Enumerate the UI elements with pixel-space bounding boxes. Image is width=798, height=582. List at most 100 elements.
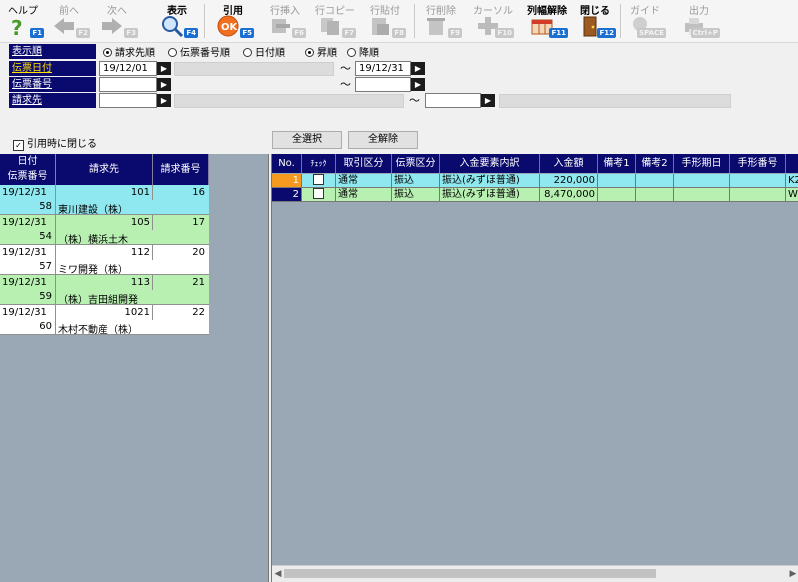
slip-date-to-input[interactable]: 19/12/31 [355,61,411,76]
radio-slip-no-order-label: 伝票番号順 [180,48,230,59]
grid-cell-amount[interactable]: 220,000 [540,174,598,188]
close-on-quote-checkbox[interactable]: ✓ 引用時に閉じる [13,135,97,151]
slip-no-from-dropdown-icon[interactable]: ▶ [157,78,171,91]
table-row[interactable]: 2 通常振込振込(みずほ普通)8,470,000 W2 [272,188,798,202]
row-checkbox[interactable] [313,188,324,199]
list-item-slip-no: 57 [39,261,52,272]
row-checkbox[interactable] [313,174,324,185]
scroll-right-icon[interactable]: ▶ [788,568,798,580]
grid-cell-check[interactable] [302,188,336,202]
f10-key-badge: F10 [495,28,514,38]
slip-date-from-input[interactable]: 19/12/01 [99,61,157,76]
copy-row-button[interactable]: 行コピー F7 [312,1,358,41]
billing-to-dropdown-icon[interactable]: ▶ [481,94,495,107]
scrollbar-thumb[interactable] [284,569,656,578]
list-item-billing-code: 101 [130,187,150,198]
slip-no-tilde: ～ [340,78,351,91]
list-item-billing-name: 東川建設（株） [58,205,128,216]
grid-cell-payment-detail[interactable]: 振込(みずほ普通) [440,174,540,188]
list-item-slip-no: 60 [39,321,52,332]
radio-date-order[interactable]: 日付順 [243,44,285,59]
grid-cell-amount[interactable]: 8,470,000 [540,188,598,202]
display-button[interactable]: 表示 F4 [154,1,200,41]
quote-button[interactable]: 引用 OK F5 [210,1,256,41]
slip-no-to-dropdown-icon[interactable]: ▶ [411,78,425,91]
list-item[interactable]: 19/12/31 1021 22 60 木村不動産（株） [0,305,209,336]
grid-cell-note1[interactable] [598,188,636,202]
slip-date-from-dropdown-icon[interactable]: ▶ [157,62,171,75]
radio-descending[interactable]: 降順 [347,44,379,59]
next-button[interactable]: 次へ F3 [94,1,140,41]
list-item[interactable]: 19/12/31 105 17 54 （株）横浜土木 [0,215,209,246]
list-item-slip-no: 59 [39,291,52,302]
display-order-label: 表示順 [9,44,96,59]
toolbar: ヘルプ ? F1 前へ F2 次へ F3 表示 F4 引用 OK F5 行挿入 … [0,0,798,43]
close-on-quote-label: 引用時に閉じる [27,139,97,150]
payment-detail-grid: No. ﾁｪｯｸ 取引区分 伝票区分 入金要素内訳 入金額 備考1 備考2 手形… [271,154,798,582]
billing-label: 請求先 [9,93,96,108]
billing-from-dropdown-icon[interactable]: ▶ [157,94,171,107]
billing-to-name-display [499,94,731,108]
paste-row-button[interactable]: 行貼付 F8 [362,1,408,41]
billing-to-input[interactable] [425,93,481,108]
close-button[interactable]: 閉じる F12 [572,1,618,41]
grid-cell-slip-type[interactable]: 振込 [392,188,440,202]
horizontal-scrollbar[interactable]: ◀ ▶ [272,565,798,582]
radio-circle [305,48,314,57]
grid-cell-payment-detail[interactable]: 振込(みずほ普通) [440,188,540,202]
header-billing: 請求先 [56,154,153,185]
insert-row-button[interactable]: 行挿入 F6 [262,1,308,41]
grid-cell-note1[interactable] [598,174,636,188]
help-button[interactable]: ヘルプ ? F1 [0,1,46,41]
list-item-slip-no: 54 [39,231,52,242]
grid-cell-bill-number[interactable] [730,174,786,188]
billing-from-input[interactable] [99,93,157,108]
col-note2: 備考2 [636,154,674,173]
f4-key-badge: F4 [184,28,198,38]
grid-cell-slip-type[interactable]: 振込 [392,174,440,188]
list-item-billing-code: 1021 [124,307,150,318]
delete-row-button[interactable]: 行削除 F9 [418,1,464,41]
grid-cell-trade-type[interactable]: 通常 [336,174,392,188]
slip-no-to-input[interactable] [355,77,411,92]
list-item[interactable]: 19/12/31 113 21 59 （株）吉田組開発 [0,275,209,306]
scroll-left-icon[interactable]: ◀ [273,568,283,580]
slip-no-from-input[interactable] [99,77,157,92]
f11-key-badge: F11 [549,28,568,38]
column-divider [55,275,56,305]
select-all-button[interactable]: 全選択 [272,131,342,149]
col-trade-type: 取引区分 [336,154,392,173]
slip-date-from-display [174,62,334,76]
svg-text:OK: OK [221,22,239,33]
col-payment-detail: 入金要素内訳 [440,154,540,173]
slip-date-to-dropdown-icon[interactable]: ▶ [411,62,425,75]
grid-cell-trade-type[interactable]: 通常 [336,188,392,202]
reset-column-width-button[interactable]: 列幅解除 F11 [524,1,570,41]
copy-row-icon [321,18,339,35]
radio-billing-order[interactable]: 請求先順 [103,44,155,59]
slip-date-label: 伝票日付 [9,61,96,76]
prev-button[interactable]: 前へ F2 [46,1,92,41]
cursor-button[interactable]: カーソル F10 [470,1,516,41]
grid-cell-bill-number[interactable] [730,188,786,202]
col-note1: 備考1 [598,154,636,173]
list-item-billing-no: 16 [192,187,205,198]
toolbar-separator [620,4,621,38]
output-button[interactable]: 出力 Ctrl+P [676,1,722,41]
table-row[interactable]: 1 通常振込振込(みずほ普通)220,000 K2 [272,174,798,188]
deselect-all-button[interactable]: 全解除 [348,131,418,149]
list-item[interactable]: 19/12/31 101 16 58 東川建設（株） [0,185,209,216]
header-slip-no: 伝票番号 [7,171,48,182]
grid-cell-bill-due-date[interactable] [674,188,730,202]
f7-key-badge: F7 [342,28,356,38]
grid-cell-check[interactable] [302,174,336,188]
list-item[interactable]: 19/12/31 112 20 57 ミワ開発（株） [0,245,209,276]
grid-cell-note2[interactable] [636,174,674,188]
radio-slip-no-order[interactable]: 伝票番号順 [168,44,230,59]
radio-ascending[interactable]: 昇順 [305,44,337,59]
list-item-billing-no: 20 [192,247,205,258]
grid-cell-bill-due-date[interactable] [674,174,730,188]
guide-button[interactable]: ガイド SPACE [622,1,668,41]
grid-cell-note2[interactable] [636,188,674,202]
slip-no-label: 伝票番号 [9,77,96,92]
